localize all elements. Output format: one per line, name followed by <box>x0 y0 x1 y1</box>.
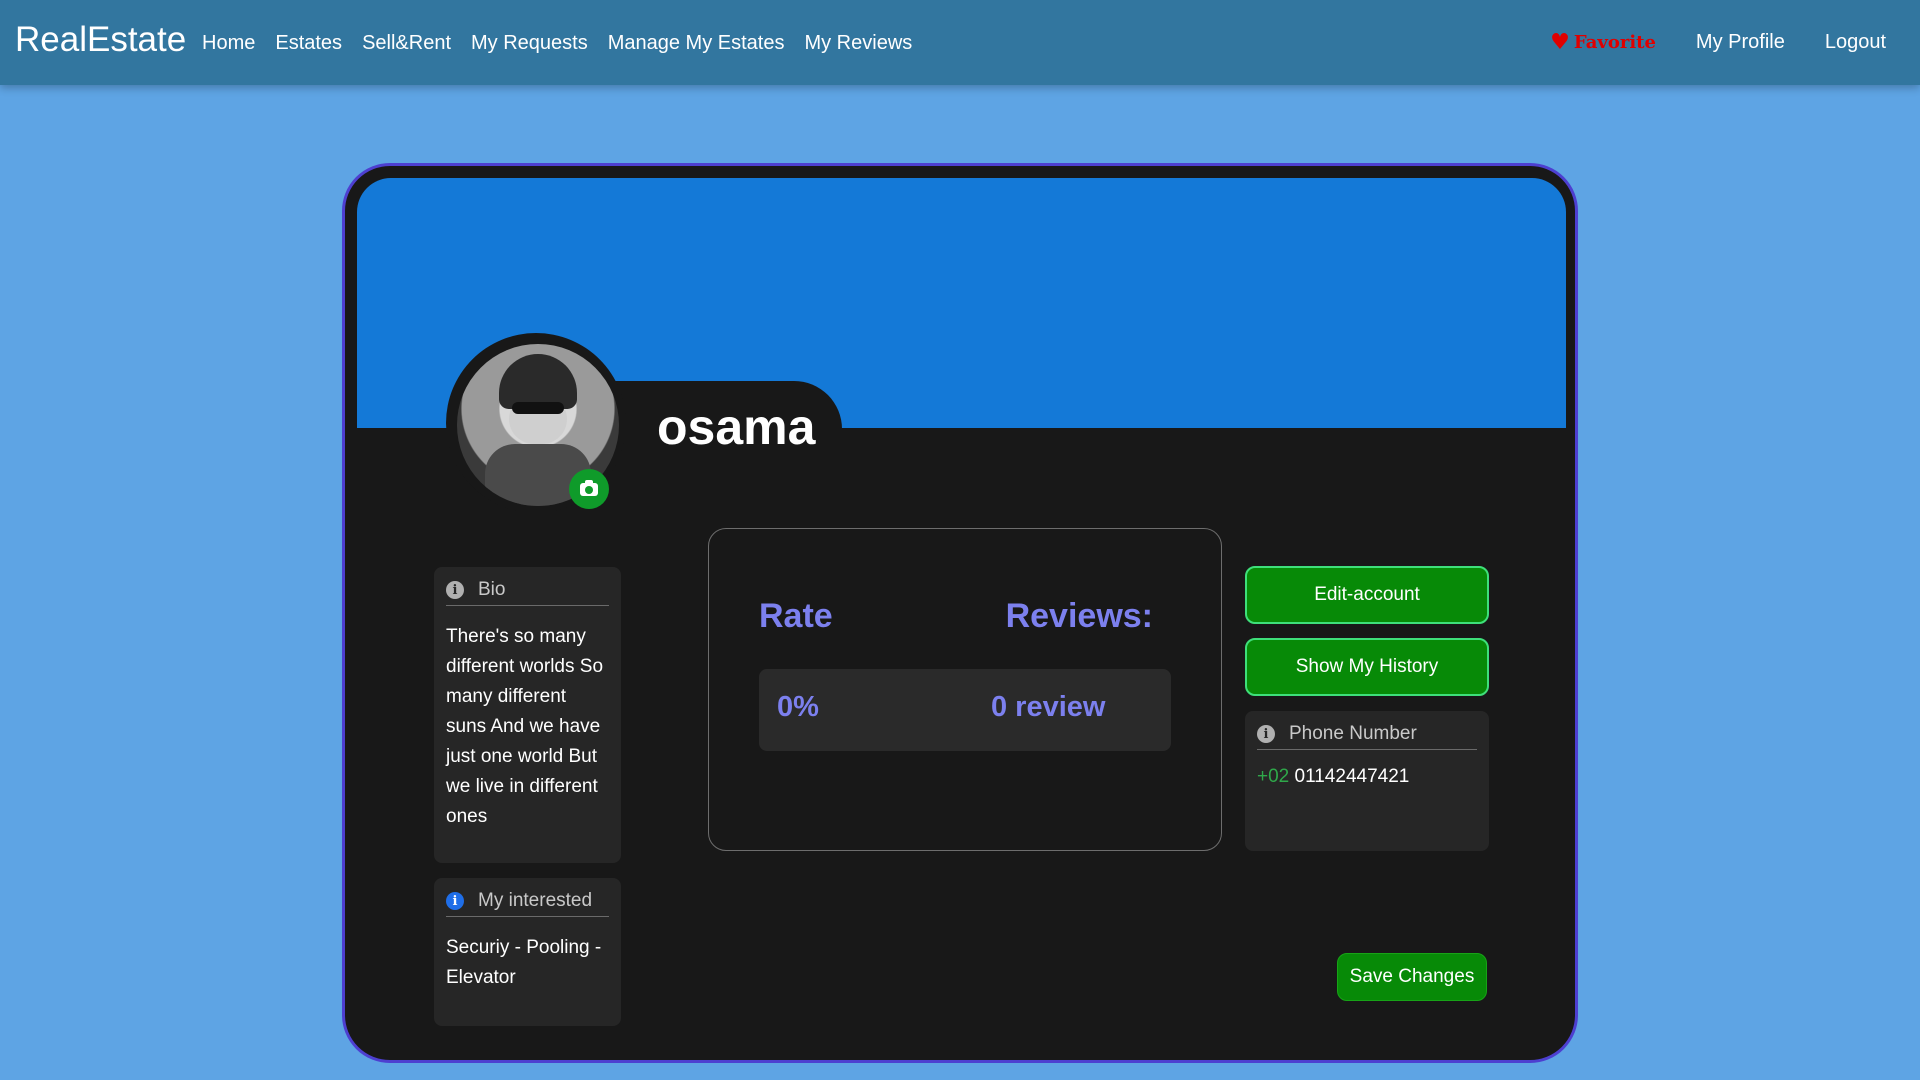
camera-icon <box>580 479 598 496</box>
nav-manage-estates[interactable]: Manage My Estates <box>608 32 785 55</box>
stats-row: 0% 0 review <box>759 669 1171 751</box>
interests-title: My interested <box>478 890 593 911</box>
rate-value: 0% <box>777 691 819 723</box>
nav-right: ♥ Favorite My Profile Logout <box>1550 30 1886 55</box>
interests-card: i My interested Securiy - Pooling - Elev… <box>434 878 621 1026</box>
interests-header: i My interested <box>446 890 609 917</box>
nav-home[interactable]: Home <box>202 32 255 55</box>
stats-box: Rate Reviews: 0% 0 review <box>708 528 1222 851</box>
save-changes-button[interactable]: Save Changes <box>1337 953 1487 1001</box>
brand-logo[interactable]: RealEstate <box>15 20 186 60</box>
phone-number: 01142447421 <box>1294 766 1410 787</box>
phone-header: i Phone Number <box>1257 723 1477 750</box>
interests-text: Securiy - Pooling - Elevator <box>446 937 602 988</box>
phone-prefix: +02 <box>1257 766 1290 787</box>
heart-icon: ♥ <box>1550 30 1570 55</box>
nav-my-requests[interactable]: My Requests <box>471 32 588 55</box>
bio-header: i Bio <box>446 579 609 606</box>
nav-estates[interactable]: Estates <box>275 32 342 55</box>
nav-my-profile[interactable]: My Profile <box>1696 31 1785 54</box>
info-icon: i <box>1257 725 1275 743</box>
change-photo-button[interactable] <box>569 469 609 509</box>
review-count: 0 review <box>991 691 1106 723</box>
favorite-link[interactable]: ♥ Favorite <box>1550 30 1656 55</box>
profile-card: osama i Bio There's so many different wo… <box>342 163 1578 1063</box>
info-icon: i <box>446 892 464 910</box>
phone-line: +02 01142447421 <box>1257 766 1477 788</box>
nav-my-reviews[interactable]: My Reviews <box>804 32 912 55</box>
bio-text: There's so many different worlds So many… <box>446 626 604 827</box>
bio-title: Bio <box>478 579 506 600</box>
profile-username: osama <box>657 399 816 455</box>
navbar: RealEstate Home Estates Sell&Rent My Req… <box>0 0 1920 85</box>
nav-sell-rent[interactable]: Sell&Rent <box>362 32 451 55</box>
phone-card: i Phone Number +02 01142447421 <box>1245 711 1489 851</box>
nav-logout[interactable]: Logout <box>1825 31 1886 54</box>
bio-card: i Bio There's so many different worlds S… <box>434 567 621 863</box>
info-icon: i <box>446 581 464 599</box>
favorite-label: Favorite <box>1573 32 1656 53</box>
edit-account-button[interactable]: Edit-account <box>1245 566 1489 624</box>
show-history-button[interactable]: Show My History <box>1245 638 1489 696</box>
reviews-label: Reviews: <box>1005 597 1153 635</box>
nav-links: Home Estates Sell&Rent My Requests Manag… <box>202 32 932 55</box>
rate-label: Rate <box>759 597 833 635</box>
phone-title: Phone Number <box>1289 723 1417 744</box>
